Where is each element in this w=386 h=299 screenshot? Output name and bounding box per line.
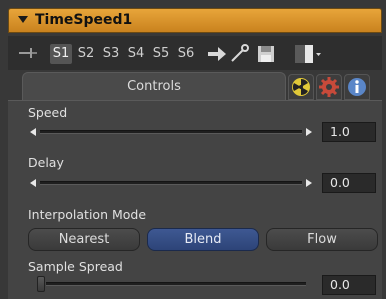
slot-s2[interactable]: S2 bbox=[75, 44, 97, 64]
collapse-arrow-icon[interactable] bbox=[18, 16, 28, 23]
info-icon bbox=[348, 78, 366, 96]
slot-s5[interactable]: S5 bbox=[150, 44, 172, 64]
pick-icon[interactable] bbox=[229, 44, 251, 64]
sample-spread-slider[interactable] bbox=[46, 282, 306, 286]
delay-slider[interactable] bbox=[40, 181, 302, 185]
tab-radiation[interactable] bbox=[288, 74, 314, 100]
interpolation-mode-label: Interpolation Mode bbox=[28, 207, 147, 222]
speed-increase-arrow-icon[interactable] bbox=[306, 128, 312, 136]
radiation-icon bbox=[292, 78, 310, 96]
gear-icon bbox=[319, 77, 339, 97]
speed-decrease-arrow-icon[interactable] bbox=[30, 128, 36, 136]
delay-value-input[interactable]: 0.0 bbox=[322, 173, 376, 193]
tool-title-bar[interactable]: TimeSpeed1 bbox=[8, 8, 382, 33]
speed-slider[interactable] bbox=[40, 130, 302, 134]
speed-value-input[interactable]: 1.0 bbox=[322, 122, 376, 142]
delay-label: Delay bbox=[28, 155, 64, 170]
slot-s3[interactable]: S3 bbox=[100, 44, 122, 64]
tool-toolbar: S1 S2 S3 S4 S5 S6 bbox=[8, 36, 382, 70]
tool-panel: TimeSpeed1 S1 S2 S3 S4 S5 S6 Controls Sp… bbox=[0, 0, 386, 299]
pin-icon[interactable] bbox=[18, 46, 38, 60]
tool-title: TimeSpeed1 bbox=[35, 12, 133, 28]
speed-label: Speed bbox=[28, 105, 68, 120]
sample-spread-label: Sample Spread bbox=[28, 259, 123, 274]
slot-s4[interactable]: S4 bbox=[125, 44, 147, 64]
tab-bar: Controls bbox=[8, 72, 382, 102]
tab-controls[interactable]: Controls bbox=[22, 72, 286, 102]
save-icon[interactable] bbox=[256, 44, 276, 64]
interpolation-nearest-button[interactable]: Nearest bbox=[28, 228, 140, 251]
tab-settings[interactable] bbox=[316, 74, 342, 100]
interpolation-blend-button[interactable]: Blend bbox=[147, 228, 259, 251]
interpolation-flow-button[interactable]: Flow bbox=[266, 228, 378, 251]
delay-decrease-arrow-icon[interactable] bbox=[30, 179, 36, 187]
version-menu-icon[interactable] bbox=[294, 44, 322, 64]
sample-spread-handle[interactable] bbox=[37, 276, 45, 292]
sample-spread-value-input[interactable]: 0.0 bbox=[322, 275, 376, 295]
slot-s1[interactable]: S1 bbox=[50, 44, 72, 64]
arrow-right-icon[interactable] bbox=[206, 44, 228, 64]
controls-content: Speed 1.0 Delay 0.0 Interpolation Mode N… bbox=[8, 100, 382, 299]
delay-increase-arrow-icon[interactable] bbox=[306, 179, 312, 187]
slot-s6[interactable]: S6 bbox=[175, 44, 197, 64]
tab-info[interactable] bbox=[344, 74, 370, 100]
